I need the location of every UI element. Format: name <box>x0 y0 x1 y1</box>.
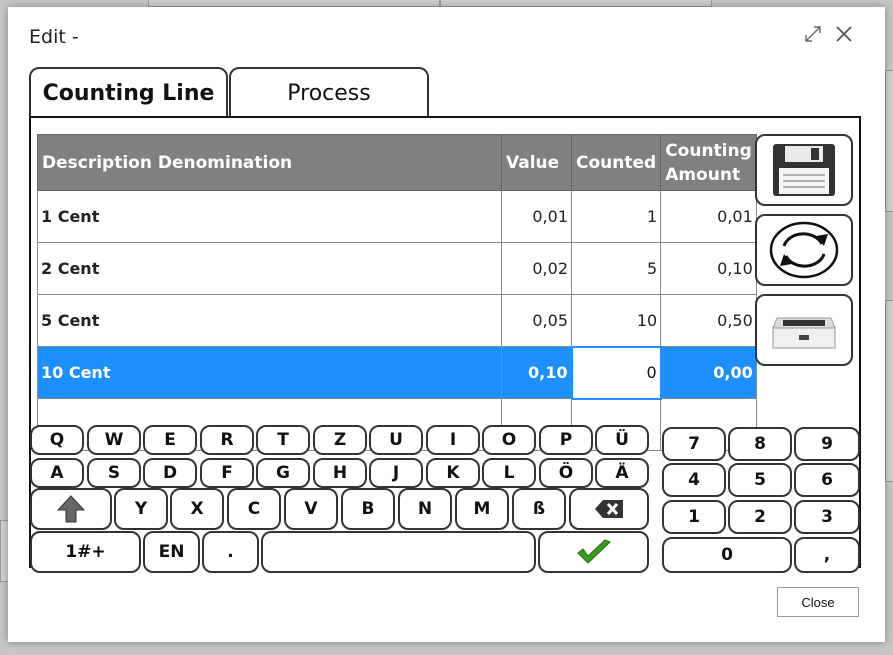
key-o[interactable]: O <box>482 425 536 455</box>
key-t[interactable]: T <box>256 425 310 455</box>
dialog-title: Edit - <box>29 26 79 48</box>
numpad-8[interactable]: 8 <box>728 427 792 461</box>
cash-drawer-button[interactable] <box>755 294 853 366</box>
save-button[interactable] <box>755 134 853 206</box>
numpad-3[interactable]: 3 <box>794 500 860 534</box>
numpad-0[interactable]: 0 <box>662 537 792 573</box>
confirm-key[interactable] <box>538 531 649 573</box>
tab-process[interactable]: Process <box>229 67 429 117</box>
numpad-1[interactable]: 1 <box>662 500 726 534</box>
language-key[interactable]: EN <box>143 531 200 573</box>
key-r[interactable]: R <box>200 425 254 455</box>
column-header-counted[interactable]: Counted <box>570 134 662 191</box>
background-cell <box>885 300 893 482</box>
expand-icon[interactable] <box>803 25 823 45</box>
table-row[interactable]: 1 Cent 0,01 1 0,01 <box>37 190 757 243</box>
key-h[interactable]: H <box>313 458 367 488</box>
key-g[interactable]: G <box>256 458 310 488</box>
numpad-6[interactable]: 6 <box>794 463 860 497</box>
numpad-2[interactable]: 2 <box>728 500 792 534</box>
key-e[interactable]: E <box>143 425 197 455</box>
key-m[interactable]: M <box>455 488 509 530</box>
row-counted[interactable]: 5 <box>570 242 662 295</box>
tab-counting-line[interactable]: Counting Line <box>29 67 228 117</box>
row-description: 10 Cent <box>37 346 502 399</box>
key-j[interactable]: J <box>369 458 423 488</box>
key-q[interactable]: Q <box>30 425 84 455</box>
denomination-table: Description Denomination Value Counted C… <box>37 134 757 451</box>
row-value: 0,01 <box>501 190 572 243</box>
key-oe[interactable]: Ö <box>539 458 593 488</box>
numpad-7[interactable]: 7 <box>662 427 726 461</box>
row-amount: 0,01 <box>660 190 757 243</box>
key-i[interactable]: I <box>426 425 480 455</box>
numpad-9[interactable]: 9 <box>794 427 860 461</box>
close-icon[interactable] <box>834 25 854 45</box>
key-l[interactable]: L <box>482 458 536 488</box>
tab-label: Counting Line <box>42 81 215 106</box>
row-counted[interactable]: 1 <box>570 190 662 243</box>
table-row-selected[interactable]: 10 Cent 0,10 0 0,00 <box>37 345 757 400</box>
row-counted[interactable]: 10 <box>570 294 662 347</box>
edit-dialog: Edit - Counting Line Process Description… <box>8 7 885 642</box>
row-amount: 0,10 <box>660 242 757 295</box>
key-c[interactable]: C <box>227 488 281 530</box>
key-w[interactable]: W <box>87 425 141 455</box>
key-z[interactable]: Z <box>313 425 367 455</box>
key-k[interactable]: K <box>426 458 480 488</box>
row-value: 0,02 <box>501 242 572 295</box>
row-description: 2 Cent <box>37 242 502 295</box>
counted-input[interactable]: 0 <box>570 345 662 400</box>
key-x[interactable]: X <box>170 488 224 530</box>
shift-key[interactable] <box>30 488 112 530</box>
refresh-button[interactable] <box>755 214 853 286</box>
table-row[interactable]: 5 Cent 0,05 10 0,50 <box>37 294 757 347</box>
numpad-comma[interactable]: , <box>794 537 860 573</box>
close-button[interactable]: Close <box>777 587 859 617</box>
column-header-value[interactable]: Value <box>501 134 572 191</box>
background-cell <box>148 0 440 7</box>
backspace-icon <box>595 500 623 518</box>
row-value: 0,10 <box>501 346 572 399</box>
key-a[interactable]: A <box>30 458 84 488</box>
numpad-5[interactable]: 5 <box>728 463 792 497</box>
numpad-4[interactable]: 4 <box>662 463 726 497</box>
key-f[interactable]: F <box>200 458 254 488</box>
table-row[interactable]: 2 Cent 0,02 5 0,10 <box>37 242 757 295</box>
tab-label: Process <box>287 81 371 106</box>
refresh-circle-icon <box>769 221 839 279</box>
key-y[interactable]: Y <box>114 488 168 530</box>
key-sz[interactable]: ß <box>512 488 566 530</box>
key-u[interactable]: U <box>369 425 423 455</box>
symbols-key[interactable]: 1#+ <box>30 531 141 573</box>
shift-arrow-icon <box>56 495 86 523</box>
checkmark-icon <box>576 539 611 564</box>
row-description: 1 Cent <box>37 190 502 243</box>
row-description: 5 Cent <box>37 294 502 347</box>
row-amount: 0,50 <box>660 294 757 347</box>
cash-drawer-icon <box>772 317 836 349</box>
key-d[interactable]: D <box>143 458 197 488</box>
column-header-counting-amount[interactable]: Counting Amount <box>660 134 757 191</box>
key-p[interactable]: P <box>539 425 593 455</box>
key-ue[interactable]: Ü <box>595 425 649 455</box>
key-s[interactable]: S <box>87 458 141 488</box>
dot-key[interactable]: . <box>202 531 259 573</box>
background-cell <box>440 0 712 7</box>
backspace-key[interactable] <box>569 488 649 530</box>
space-key[interactable] <box>261 531 536 573</box>
key-v[interactable]: V <box>284 488 338 530</box>
key-ae[interactable]: Ä <box>595 458 649 488</box>
key-b[interactable]: B <box>341 488 395 530</box>
key-n[interactable]: N <box>398 488 452 530</box>
column-header-description[interactable]: Description Denomination <box>37 134 502 191</box>
floppy-disk-icon <box>773 144 835 196</box>
background-cell <box>885 70 893 212</box>
row-amount: 0,00 <box>660 346 757 399</box>
row-value: 0,05 <box>501 294 572 347</box>
